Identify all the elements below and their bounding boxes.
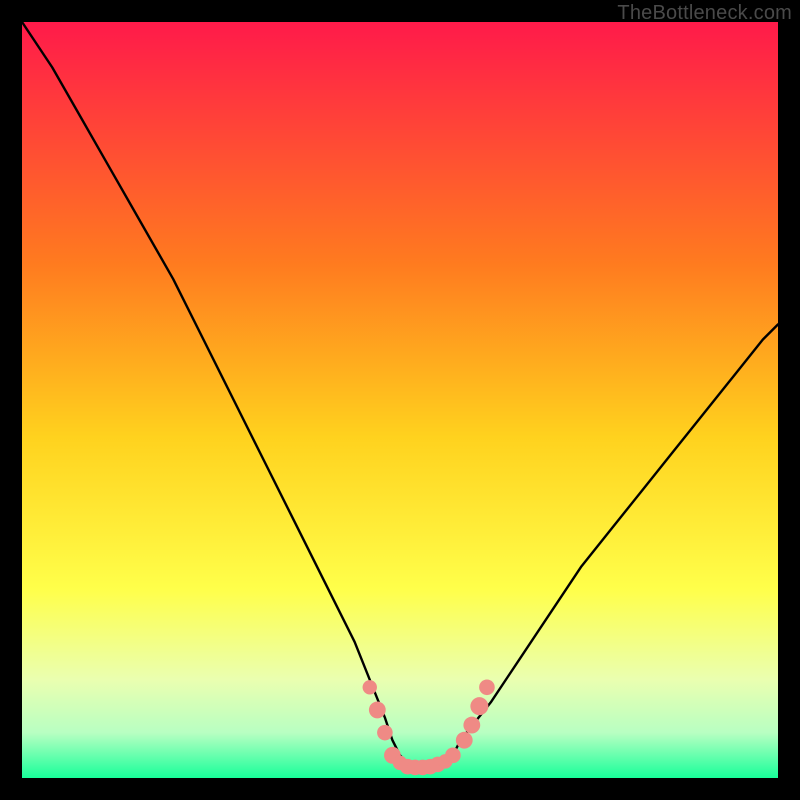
curve-marker <box>456 732 473 749</box>
curve-marker <box>369 702 386 719</box>
curve-marker <box>470 697 488 715</box>
gradient-background <box>22 22 778 778</box>
curve-marker <box>463 717 480 734</box>
plot-area <box>22 22 778 778</box>
curve-marker <box>445 748 461 764</box>
curve-marker <box>377 725 393 741</box>
curve-marker <box>479 679 495 695</box>
chart-svg <box>22 22 778 778</box>
chart-frame: TheBottleneck.com <box>0 0 800 800</box>
curve-marker <box>363 680 377 694</box>
